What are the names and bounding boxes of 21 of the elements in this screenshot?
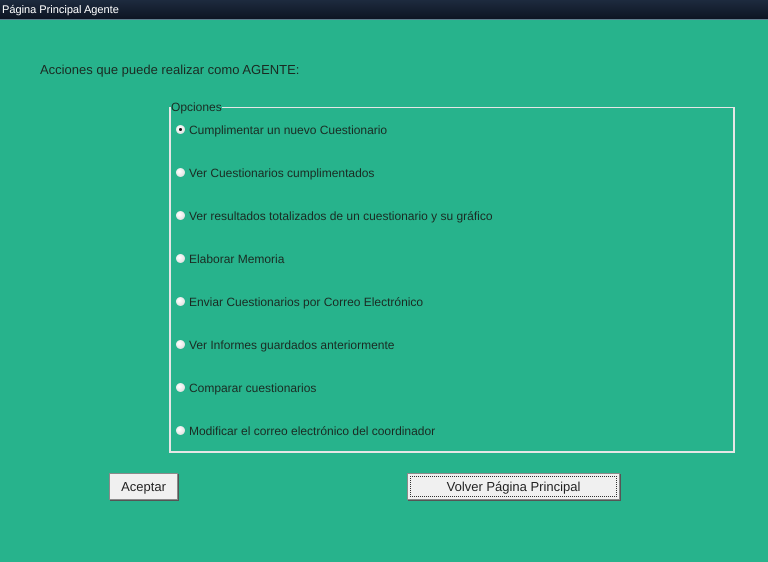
radio-icon[interactable] <box>176 297 185 306</box>
radio-option[interactable]: Ver Informes guardados anteriormente <box>176 335 394 354</box>
radio-icon[interactable] <box>176 168 185 177</box>
radio-option[interactable]: Enviar Cuestionarios por Correo Electrónico <box>176 292 424 311</box>
button[interactable]: Volver Página Principal <box>407 473 620 500</box>
radio-option[interactable]: Modificar el correo electrónico del coordinador <box>176 421 436 440</box>
radio-icon[interactable] <box>176 383 185 392</box>
radio-icon[interactable] <box>176 125 185 134</box>
radio-option[interactable]: Elaborar Memoria <box>176 249 284 268</box>
radio-icon[interactable] <box>176 340 185 349</box>
radio-icon[interactable] <box>176 211 185 220</box>
button[interactable]: Aceptar <box>109 473 178 500</box>
group-legend: Opciones <box>171 100 222 114</box>
radio-icon[interactable] <box>176 254 185 263</box>
heading: Acciones que puede realizar como AGENTE: <box>40 62 300 77</box>
window-title: Página Principal Agente <box>2 4 119 16</box>
radio-option[interactable]: Ver resultados totalizados de un cuestionario y su gráfico <box>176 206 493 225</box>
radio-icon[interactable] <box>176 426 185 435</box>
radio-option[interactable]: Comparar cuestionarios <box>176 378 316 397</box>
radio-option[interactable]: Cumplimentar un nuevo Cuestionario <box>176 120 388 139</box>
radio-option[interactable]: Ver Cuestionarios cumplimentados <box>176 163 374 182</box>
